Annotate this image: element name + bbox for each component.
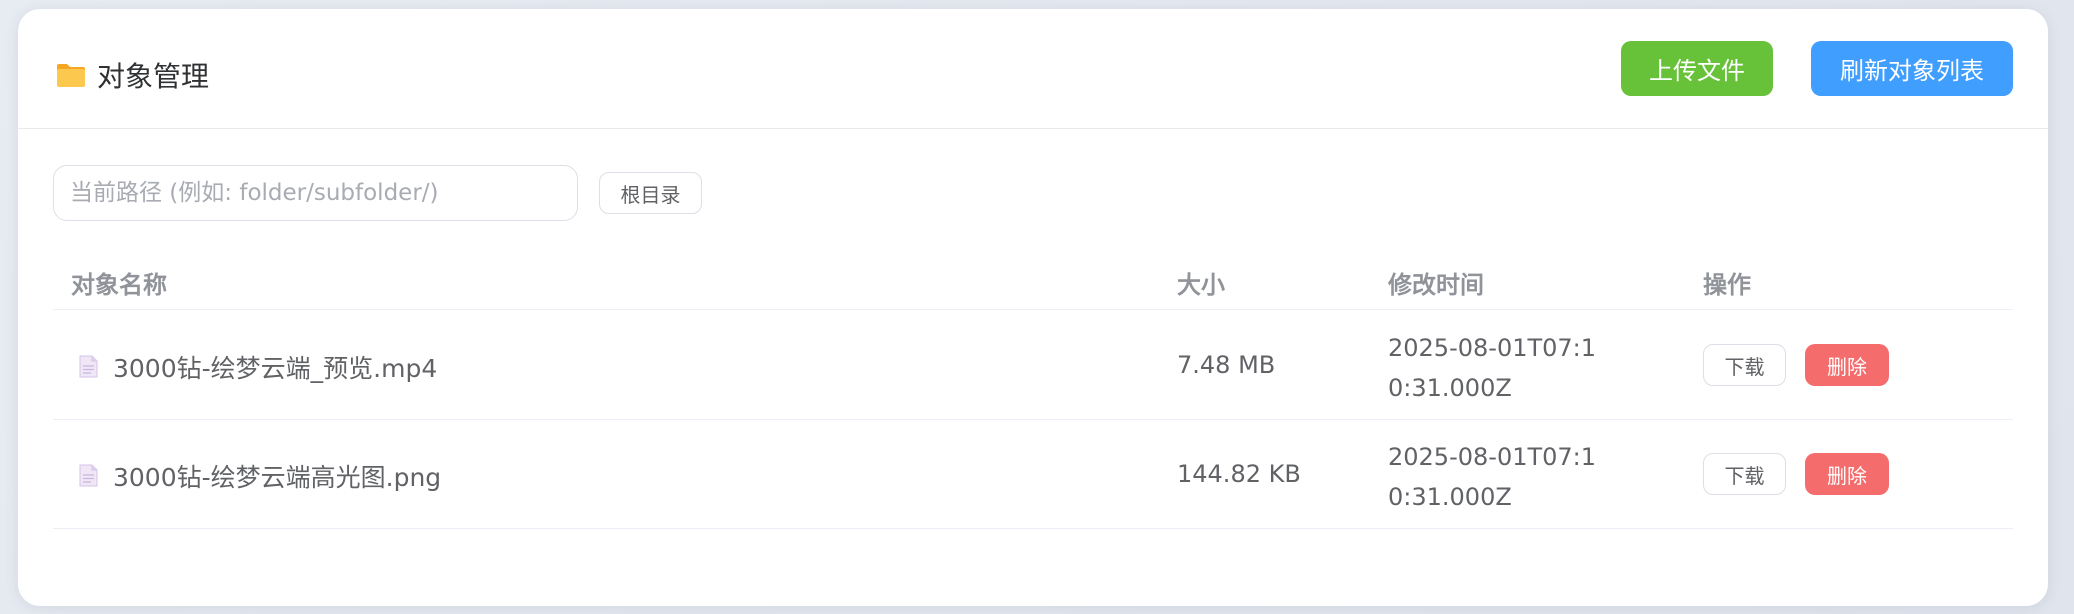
path-input[interactable] [53, 165, 578, 221]
column-header-actions: 操作 [1703, 271, 1751, 299]
table-row: 3000钻-绘梦云端高光图.png 144.82 KB 2025-08-01T0… [53, 420, 2013, 529]
object-modified-time: 2025-08-01T07:10:31.000Z [1388, 334, 1597, 402]
column-header-size: 大小 [1177, 271, 1225, 299]
file-icon [79, 464, 98, 487]
download-button[interactable]: 下载 [1703, 453, 1786, 495]
title-wrap: 对象管理 [56, 55, 209, 95]
folder-icon [57, 64, 85, 87]
download-button[interactable]: 下载 [1703, 344, 1786, 386]
delete-button[interactable]: 删除 [1805, 453, 1889, 495]
object-size: 7.48 MB [1177, 351, 1276, 379]
object-name: 3000钻-绘梦云端高光图.png [113, 463, 442, 492]
table-header: 对象名称 大小 修改时间 操作 [53, 249, 2013, 310]
column-header-modified: 修改时间 [1388, 271, 1484, 299]
object-size: 144.82 KB [1177, 460, 1301, 488]
page-title: 对象管理 [97, 60, 210, 93]
object-name: 3000钻-绘梦云端_预览.mp4 [113, 354, 438, 383]
card-header: 对象管理 上传文件 刷新对象列表 [18, 9, 2048, 129]
file-icon [79, 355, 98, 378]
table-row: 3000钻-绘梦云端_预览.mp4 7.48 MB 2025-08-01T07:… [53, 311, 2013, 420]
root-directory-button[interactable]: 根目录 [599, 172, 702, 214]
refresh-object-list-button[interactable]: 刷新对象列表 [1811, 41, 2013, 96]
object-modified-time: 2025-08-01T07:10:31.000Z [1388, 443, 1597, 511]
column-header-name: 对象名称 [71, 271, 167, 299]
upload-file-button[interactable]: 上传文件 [1621, 41, 1773, 96]
object-management-card: 对象管理 上传文件 刷新对象列表 根目录 对象名称 大小 修改时间 操作 300… [18, 9, 2048, 606]
delete-button[interactable]: 删除 [1805, 344, 1889, 386]
